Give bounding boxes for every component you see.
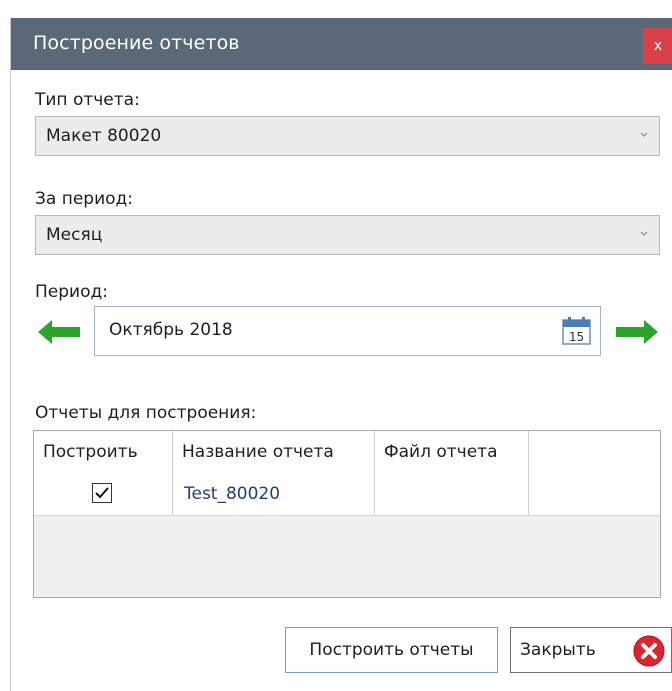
window-title: Построение отчетов <box>33 32 240 54</box>
column-divider <box>172 475 173 515</box>
chevron-down-icon <box>640 132 648 137</box>
period-type-value: Месяц <box>46 225 103 245</box>
reports-label: Отчеты для построения: <box>35 403 257 423</box>
column-divider <box>374 475 375 515</box>
period-date-picker[interactable]: Октябрь 2018 15 <box>94 306 601 356</box>
column-header-report-name[interactable]: Название отчета <box>182 442 334 462</box>
report-type-value: Макет 80020 <box>46 126 162 146</box>
chevron-down-icon <box>640 231 648 236</box>
column-divider <box>172 431 173 475</box>
report-type-label: Тип отчета: <box>35 90 140 110</box>
close-button[interactable]: Закрыть <box>510 627 672 673</box>
title-bar: Построение отчетов x <box>11 18 672 70</box>
period-label: Период: <box>35 282 108 302</box>
column-header-report-file[interactable]: Файл отчета <box>384 442 498 462</box>
build-reports-button[interactable]: Построить отчеты <box>285 627 498 673</box>
close-button-label: Закрыть <box>520 640 596 660</box>
calendar-icon[interactable]: 15 <box>562 317 592 345</box>
checkmark-icon <box>95 487 109 499</box>
column-header-build[interactable]: Построить <box>43 442 138 462</box>
period-value: Октябрь 2018 <box>109 320 233 340</box>
build-checkbox[interactable] <box>92 483 112 503</box>
column-divider <box>374 431 375 475</box>
arrow-right-icon[interactable] <box>616 320 658 344</box>
report-name-cell: Test_80020 <box>184 484 281 504</box>
report-type-select[interactable]: Макет 80020 <box>35 116 660 156</box>
table-row[interactable]: Test_80020 <box>34 475 660 516</box>
svg-text:15: 15 <box>569 330 584 344</box>
column-divider <box>528 431 529 475</box>
window-close-button[interactable]: x <box>643 28 672 64</box>
period-type-label: За период: <box>35 189 134 209</box>
period-type-select[interactable]: Месяц <box>35 215 660 255</box>
column-divider <box>528 475 529 515</box>
report-builder-window: Построение отчетов x Тип отчета: Макет 8… <box>10 18 672 691</box>
close-circle-icon <box>633 635 665 667</box>
reports-table: Построить Название отчета Файл отчета Te… <box>33 430 661 598</box>
table-header: Построить Название отчета Файл отчета <box>34 431 660 476</box>
arrow-left-icon[interactable] <box>38 320 80 344</box>
